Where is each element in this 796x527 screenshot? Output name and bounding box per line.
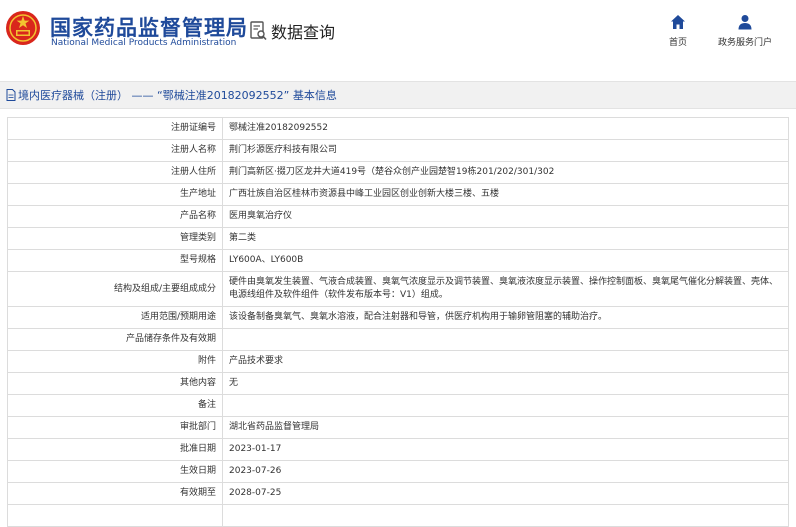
field-label: 注册证编号 [7,117,223,140]
field-value: 硬件由臭氧发生装置、气液合成装置、臭氧气浓度显示及调节装置、臭氧液浓度显示装置、… [222,271,789,307]
field-value: 荆门杉源医疗科技有限公司 [222,139,789,162]
org-name-en: National Medical Products Administration [51,38,237,48]
table-row: 生效日期 2023-07-26 [7,460,789,483]
field-label: 有效期至 [7,482,223,505]
field-label: 注册人住所 [7,161,223,184]
table-row: 审批部门 湖北省药品监督管理局 [7,416,789,439]
table-row: 注册证编号 鄂械注准20182092552 [7,117,789,140]
field-label: 其他内容 [7,372,223,395]
field-value: 广西壮族自治区桂林市资源县中峰工业园区创业创新大楼三楼、五楼 [222,183,789,206]
field-label: 型号规格 [7,249,223,272]
table-row: 管理类别 第二类 [7,227,789,250]
field-label: 适用范围/预期用途 [7,306,223,329]
registration-detail-table: 注册证编号 鄂械注准20182092552 注册人名称 荆门杉源医疗科技有限公司 注册人… [7,117,789,527]
table-row: 型号规格 LY600A、LY600B [7,249,789,272]
national-emblem-icon [6,11,40,45]
table-row: 附件 产品技术要求 [7,350,789,373]
breadcrumb-text: 境内医疗器械（注册） —— “鄂械注准20182092552” 基本信息 [18,89,337,102]
field-label: 产品储存条件及有效期 [7,328,223,351]
field-value: 产品技术要求 [222,350,789,373]
document-icon [6,89,16,101]
table-row: 结构及组成/主要组成成分 硬件由臭氧发生装置、气液合成装置、臭氧气浓度显示及调节装… [7,271,789,307]
field-label: 批准日期 [7,438,223,461]
breadcrumb: 境内医疗器械（注册） —— “鄂械注准20182092552” 基本信息 [0,81,796,109]
document-search-icon [250,21,267,41]
table-row [7,504,789,527]
field-value: LY600A、LY600B [222,249,789,272]
nav-home-label: 首页 [668,38,687,48]
field-value: 医用臭氧治疗仪 [222,205,789,228]
section-title: 数据查询 [271,23,336,42]
home-icon [671,15,685,29]
field-label [7,504,223,527]
table-row: 备注 [7,394,789,417]
field-value: 该设备制备臭氧气、臭氧水溶液，配合注射器和导管，供医疗机构用于输卵管阻塞的辅助治… [222,306,789,329]
table-row: 有效期至 2028-07-25 [7,482,789,505]
field-label: 生效日期 [7,460,223,483]
field-value: 荆门高新区·掇刀区龙井大道419号（楚谷众创产业园楚智19栋201/202/30… [222,161,789,184]
field-label: 管理类别 [7,227,223,250]
field-label: 生产地址 [7,183,223,206]
table-row: 产品储存条件及有效期 [7,328,789,351]
field-label: 附件 [7,350,223,373]
nav-portal-label: 政务服务门户 [717,38,772,48]
field-value: 2028-07-25 [222,482,789,505]
field-label: 备注 [7,394,223,417]
nav-service-portal-link[interactable]: 政务服务门户 [712,14,778,48]
field-label: 注册人名称 [7,139,223,162]
field-label: 产品名称 [7,205,223,228]
field-value: 2023-07-26 [222,460,789,483]
field-value: 2023-01-17 [222,438,789,461]
field-label: 审批部门 [7,416,223,439]
field-label: 结构及组成/主要组成成分 [7,271,223,307]
field-value [222,394,789,417]
table-row: 产品名称 医用臭氧治疗仪 [7,205,789,228]
field-value [222,328,789,351]
table-row: 注册人住所 荆门高新区·掇刀区龙井大道419号（楚谷众创产业园楚智19栋201/2… [7,161,789,184]
field-value: 鄂械注准20182092552 [222,117,789,140]
field-value: 第二类 [222,227,789,250]
field-value: 无 [222,372,789,395]
table-row: 适用范围/预期用途 该设备制备臭氧气、臭氧水溶液，配合注射器和导管，供医疗机构用于… [7,306,789,329]
field-value [222,504,789,527]
table-row: 生产地址 广西壮族自治区桂林市资源县中峰工业园区创业创新大楼三楼、五楼 [7,183,789,206]
user-icon [738,15,752,30]
nav-home-link[interactable]: 首页 [660,14,696,48]
table-row: 注册人名称 荆门杉源医疗科技有限公司 [7,139,789,162]
field-value: 湖北省药品监督管理局 [222,416,789,439]
table-row: 其他内容无 [7,372,789,395]
table-row: 批准日期 2023-01-17 [7,438,789,461]
page-header: 国家药品监督管理局 National Medical Products Admi… [0,0,796,66]
